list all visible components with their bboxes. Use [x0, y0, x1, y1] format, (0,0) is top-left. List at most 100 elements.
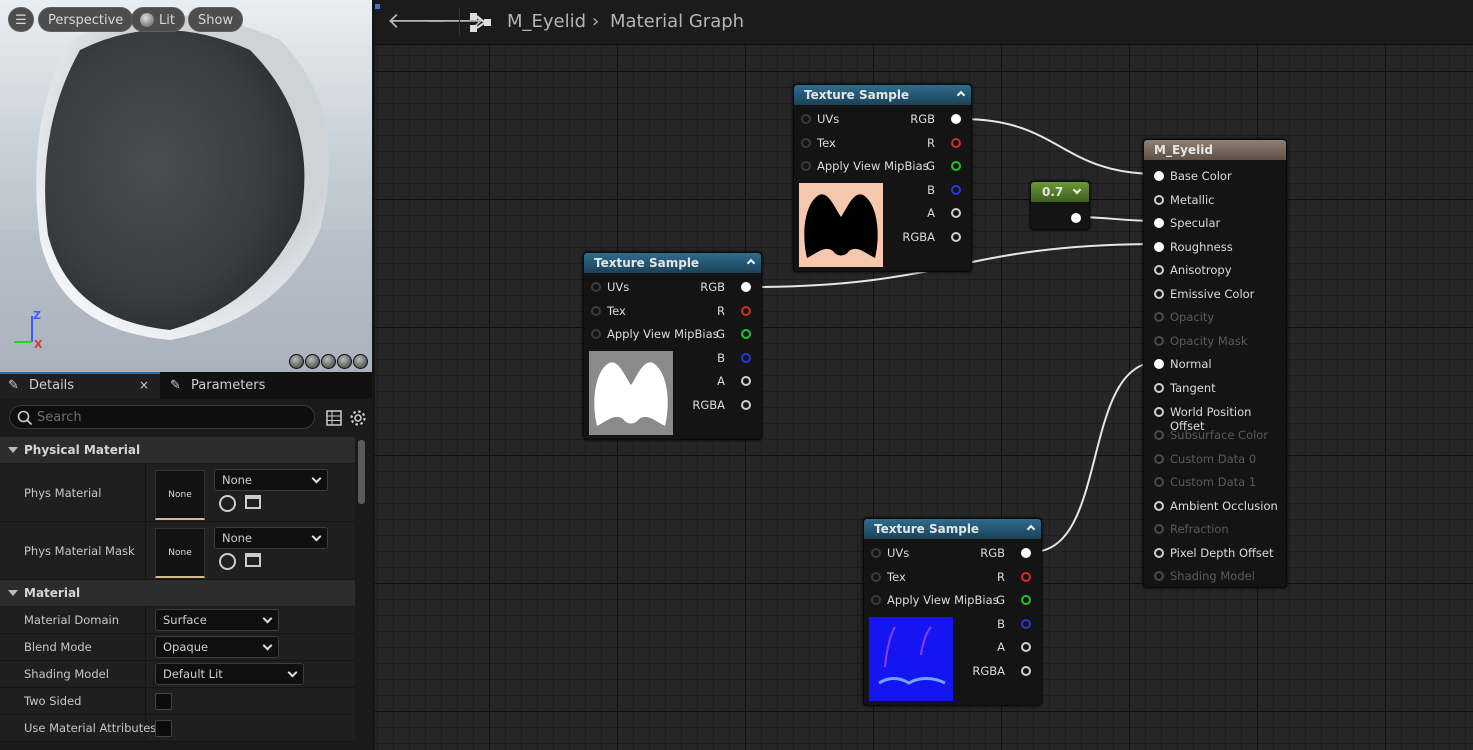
use-selected-icon[interactable]: [219, 495, 236, 512]
tab-parameters[interactable]: Parameters: [191, 372, 265, 399]
tab-details[interactable]: Details: [29, 372, 74, 399]
output-pin-rgb[interactable]: [951, 114, 961, 124]
result-input-pin[interactable]: [1154, 359, 1164, 370]
use-selected-icon[interactable]: [219, 553, 236, 570]
output-pin-b[interactable]: [951, 185, 961, 195]
output-pin-g[interactable]: [951, 161, 961, 171]
output-pin-rgb[interactable]: [1021, 548, 1031, 558]
result-input-pin[interactable]: [1154, 241, 1164, 252]
mesh-preview-icon[interactable]: [353, 354, 368, 369]
browse-folder-icon[interactable]: [245, 553, 261, 567]
phys-material-thumbnail[interactable]: None: [155, 470, 205, 520]
input-pin-mipbias[interactable]: [871, 595, 881, 605]
phys-material-mask-thumbnail[interactable]: None: [155, 528, 205, 578]
output-pin-r[interactable]: [741, 306, 751, 316]
input-pin-mipbias[interactable]: [801, 161, 811, 171]
texture-sample-node-2[interactable]: Texture Sample UVs Tex Apply View MipBia…: [583, 252, 762, 440]
category-material[interactable]: Material: [0, 580, 355, 606]
perspective-button[interactable]: Perspective: [38, 7, 134, 32]
result-input-pin[interactable]: [1154, 547, 1164, 558]
material-preview-viewport[interactable]: ☰ Perspective Lit Show Z X: [0, 0, 372, 372]
output-pin-rgba[interactable]: [1021, 666, 1031, 676]
result-input-pin[interactable]: [1154, 171, 1164, 181]
input-pin-uvs[interactable]: [591, 282, 601, 292]
two-sided-checkbox[interactable]: [155, 693, 172, 710]
input-pin-uvs[interactable]: [801, 114, 811, 124]
output-pin-b[interactable]: [741, 353, 751, 363]
plane-preview-icon[interactable]: [321, 354, 336, 369]
node-header[interactable]: Texture Sample: [584, 253, 761, 273]
shading-model-label: Shading Model: [24, 667, 109, 681]
output-pin-r[interactable]: [951, 138, 961, 148]
output-pin-g[interactable]: [1021, 595, 1031, 605]
table-view-icon[interactable]: [326, 410, 342, 426]
pin-label: RGB: [910, 112, 935, 126]
result-input-pin[interactable]: [1154, 265, 1164, 276]
result-input-pin[interactable]: [1154, 218, 1164, 229]
shading-model-dropdown[interactable]: Default Lit: [155, 663, 304, 685]
material-result-node[interactable]: M_Eyelid Base Color Metallic Specular Rough…: [1143, 139, 1287, 588]
settings-gear-icon[interactable]: [349, 409, 367, 427]
search-input[interactable]: Search: [9, 405, 315, 429]
result-pin-label: Base Color: [1170, 169, 1232, 183]
output-pin-a[interactable]: [951, 208, 961, 218]
result-input-pin[interactable]: [1154, 430, 1164, 441]
constant-header[interactable]: 0.7: [1031, 182, 1089, 202]
output-pin-rgba[interactable]: [951, 232, 961, 242]
details-scrollbar[interactable]: [358, 440, 365, 504]
pin-label: RGBA: [692, 398, 725, 412]
output-pin-b[interactable]: [1021, 619, 1031, 629]
collapse-chevron-icon[interactable]: [746, 258, 756, 268]
viewport-menu-button[interactable]: ☰: [8, 7, 34, 32]
collapse-chevron-icon[interactable]: [1026, 524, 1036, 534]
result-input-pin[interactable]: [1154, 288, 1164, 299]
result-input-pin[interactable]: [1154, 524, 1164, 535]
input-pin-mipbias[interactable]: [591, 329, 601, 339]
browse-folder-icon[interactable]: [245, 495, 261, 509]
category-physical-material[interactable]: Physical Material: [0, 437, 355, 463]
pin-label: RGB: [980, 546, 1005, 560]
node-header[interactable]: Texture Sample: [864, 519, 1041, 539]
breadcrumb-asset[interactable]: M_Eyelid: [507, 11, 586, 32]
node-header[interactable]: Texture Sample: [794, 85, 971, 105]
output-pin-g[interactable]: [741, 329, 751, 339]
output-pin-r[interactable]: [1021, 572, 1031, 582]
result-input-pin[interactable]: [1154, 477, 1164, 488]
result-input-pin[interactable]: [1154, 335, 1164, 346]
result-input-pin[interactable]: [1154, 406, 1164, 417]
output-pin-rgba[interactable]: [741, 400, 751, 410]
close-icon[interactable]: ×: [139, 372, 149, 399]
result-input-pin[interactable]: [1154, 571, 1164, 582]
use-material-attributes-checkbox[interactable]: [155, 720, 172, 737]
chevron-down-icon[interactable]: [1072, 185, 1082, 195]
input-pin-tex[interactable]: [801, 138, 811, 148]
constant-node[interactable]: 0.7: [1030, 181, 1090, 230]
result-input-pin[interactable]: [1154, 382, 1164, 393]
phys-material-mask-dropdown[interactable]: None: [214, 527, 328, 549]
result-input-pin[interactable]: [1154, 453, 1164, 464]
result-input-pin[interactable]: [1154, 500, 1164, 511]
cube-preview-icon[interactable]: [337, 354, 352, 369]
phys-material-dropdown[interactable]: None: [214, 469, 328, 491]
cylinder-preview-icon[interactable]: [289, 354, 304, 369]
texture-sample-node-3[interactable]: Texture Sample UVs Tex Apply View MipBia…: [863, 518, 1042, 706]
sphere-preview-icon[interactable]: [305, 354, 320, 369]
output-pin-a[interactable]: [1021, 642, 1031, 652]
lit-button[interactable]: Lit: [131, 7, 185, 32]
input-pin-tex[interactable]: [871, 572, 881, 582]
show-button[interactable]: Show: [188, 7, 244, 32]
input-pin-uvs[interactable]: [871, 548, 881, 558]
result-input-pin[interactable]: [1154, 312, 1164, 323]
output-pin-rgb[interactable]: [741, 282, 751, 292]
output-pin-a[interactable]: [741, 376, 751, 386]
result-input-pin[interactable]: [1154, 194, 1164, 205]
blend-mode-dropdown[interactable]: Opaque: [155, 636, 279, 658]
texture-sample-node-1[interactable]: Texture Sample UVs Tex Apply View MipBia…: [793, 84, 972, 272]
pin-label: R: [927, 136, 935, 150]
material-domain-dropdown[interactable]: Surface: [155, 609, 279, 631]
constant-output-pin[interactable]: [1071, 213, 1081, 223]
pin-label: B: [717, 351, 725, 365]
result-node-header[interactable]: M_Eyelid: [1144, 140, 1286, 160]
input-pin-tex[interactable]: [591, 306, 601, 316]
collapse-chevron-icon[interactable]: [956, 90, 966, 100]
